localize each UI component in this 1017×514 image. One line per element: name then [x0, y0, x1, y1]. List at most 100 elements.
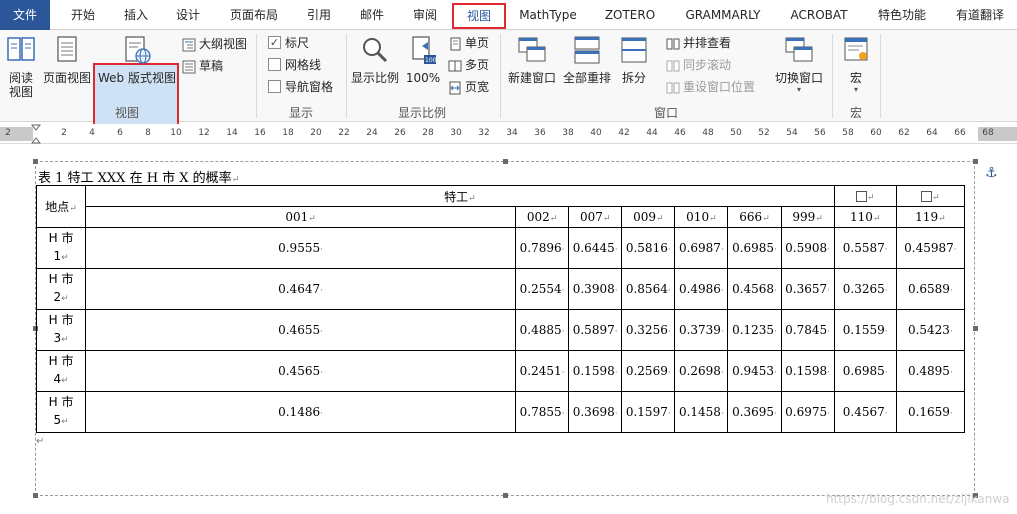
- split-button[interactable]: 拆分: [614, 32, 654, 85]
- value-cell[interactable]: 0.4647·: [85, 268, 517, 310]
- value-cell[interactable]: 0.6987·: [674, 227, 729, 269]
- value-cell[interactable]: 0.2554·: [515, 268, 570, 310]
- place-cell[interactable]: H 市 4↵: [35, 350, 87, 392]
- web-layout-button-content[interactable]: Web 版式视图: [95, 32, 179, 85]
- tab-view[interactable]: 视图: [452, 3, 506, 29]
- indent-marker-icon[interactable]: [31, 124, 41, 144]
- value-cell[interactable]: 0.4895·: [895, 350, 966, 392]
- one-page-button[interactable]: 单页: [448, 33, 489, 53]
- value-cell[interactable]: 0.4655·: [85, 309, 517, 351]
- multiple-pages-button[interactable]: 多页: [448, 55, 489, 75]
- new-window-button[interactable]: 新建窗口: [504, 32, 560, 85]
- value-cell[interactable]: 0.9555·: [85, 227, 517, 269]
- synchronous-scrolling-button[interactable]: 同步滚动: [666, 55, 731, 75]
- horizontal-ruler[interactable]: 2 2 4 6 8 10 12 14 16 18 20 22 24 26 28 30 32 34 36 38 40 42 4…: [0, 124, 1017, 144]
- tab-acrobat[interactable]: ACROBAT: [780, 0, 858, 30]
- value-cell[interactable]: 0.5423·: [895, 309, 966, 351]
- header-cell[interactable]: ↵: [833, 185, 897, 207]
- view-side-by-side-button[interactable]: 并排查看: [666, 33, 731, 53]
- navigation-pane-checkbox[interactable]: 导航窗格: [268, 77, 333, 97]
- value-cell[interactable]: 0.5897·: [568, 309, 623, 351]
- value-cell[interactable]: 0.1458·: [674, 391, 729, 433]
- agent-group-header[interactable]: 特工↵: [85, 185, 835, 207]
- value-cell[interactable]: 0.7896·: [515, 227, 570, 269]
- tab-grammarly[interactable]: GRAMMARLY: [676, 0, 770, 30]
- value-cell[interactable]: 0.3265·: [833, 268, 897, 310]
- resize-handle[interactable]: [33, 493, 38, 498]
- tab-zotero[interactable]: ZOTERO: [594, 0, 666, 30]
- place-cell[interactable]: H 市 5↵: [35, 391, 87, 433]
- tab-file[interactable]: 文件: [0, 0, 50, 30]
- value-cell[interactable]: 0.1597·: [621, 391, 676, 433]
- tab-special-features[interactable]: 特色功能: [866, 0, 938, 30]
- value-cell[interactable]: 0.8564·: [621, 268, 676, 310]
- value-cell[interactable]: 0.6589·: [895, 268, 966, 310]
- switch-windows-button[interactable]: 切换窗口 ▾: [770, 32, 828, 94]
- value-cell[interactable]: 0.5816·: [621, 227, 676, 269]
- header-cell[interactable]: ↵: [895, 185, 966, 207]
- page-width-button[interactable]: 页宽: [448, 77, 489, 97]
- resize-handle[interactable]: [33, 159, 38, 164]
- column-header-007[interactable]: 007↵: [568, 206, 623, 228]
- value-cell[interactable]: 0.3657·: [780, 268, 835, 310]
- reset-window-position-button[interactable]: 重设窗口位置: [666, 77, 755, 97]
- value-cell[interactable]: 0.2569·: [621, 350, 676, 392]
- tab-review[interactable]: 审阅: [402, 0, 448, 30]
- tab-mathtype[interactable]: MathType: [512, 0, 584, 30]
- tab-references[interactable]: 引用: [296, 0, 342, 30]
- table-corner-cell[interactable]: 地点↵: [35, 185, 87, 228]
- tab-youdao-translate[interactable]: 有道翻译: [946, 0, 1014, 30]
- tab-home[interactable]: 开始: [58, 0, 108, 30]
- value-cell[interactable]: 0.9453·: [727, 350, 782, 392]
- value-cell[interactable]: 0.7855·: [515, 391, 570, 433]
- value-cell[interactable]: 0.3698·: [568, 391, 623, 433]
- value-cell[interactable]: 0.1235·: [727, 309, 782, 351]
- place-cell[interactable]: H 市 2↵: [35, 268, 87, 310]
- zoom-button[interactable]: 显示比例: [348, 32, 402, 85]
- zoom-100-button[interactable]: 100 100%: [404, 32, 442, 85]
- anchor-icon[interactable]: ⚓: [985, 165, 998, 181]
- value-cell[interactable]: 0.3256·: [621, 309, 676, 351]
- value-cell[interactable]: 0.6985·: [727, 227, 782, 269]
- column-header-002[interactable]: 002↵: [515, 206, 570, 228]
- value-cell[interactable]: 0.4986·: [674, 268, 729, 310]
- gridlines-checkbox[interactable]: 网格线: [268, 55, 321, 75]
- place-cell[interactable]: H 市 1↵: [35, 227, 87, 269]
- value-cell[interactable]: 0.1598·: [780, 350, 835, 392]
- resize-handle[interactable]: [503, 159, 508, 164]
- value-cell[interactable]: 0.4565·: [85, 350, 517, 392]
- resize-handle[interactable]: [503, 493, 508, 498]
- value-cell[interactable]: 0.4567·: [833, 391, 897, 433]
- read-mode-button[interactable]: 阅读 视图: [2, 32, 40, 99]
- value-cell[interactable]: 0.6445·: [568, 227, 623, 269]
- draft-button[interactable]: 草稿: [182, 56, 223, 76]
- outline-button[interactable]: 大纲视图: [182, 34, 247, 54]
- print-layout-button[interactable]: 页面视图: [40, 32, 94, 85]
- column-header-009[interactable]: 009↵: [621, 206, 676, 228]
- value-cell[interactable]: 0.1598·: [568, 350, 623, 392]
- value-cell[interactable]: 0.4568·: [727, 268, 782, 310]
- value-cell[interactable]: 0.2698·: [674, 350, 729, 392]
- value-cell[interactable]: 0.1559·: [833, 309, 897, 351]
- value-cell[interactable]: 0.2451·: [515, 350, 570, 392]
- document-canvas[interactable]: ⚓ 表 1 特工 XXX 在 H 市 X 的概率↵ 地点↵ 特工↵ ↵ ↵ 00…: [0, 145, 1017, 514]
- resize-handle[interactable]: [973, 159, 978, 164]
- column-header-001[interactable]: 001↵: [85, 206, 517, 228]
- ruler-checkbox[interactable]: ✓ 标尺: [268, 33, 309, 53]
- place-cell[interactable]: H 市 3↵: [35, 309, 87, 351]
- resize-handle[interactable]: [973, 326, 978, 331]
- value-cell[interactable]: 0.4885·: [515, 309, 570, 351]
- value-cell[interactable]: 0.3695·: [727, 391, 782, 433]
- tab-design[interactable]: 设计: [164, 0, 212, 30]
- column-header-666[interactable]: 666↵: [727, 206, 782, 228]
- column-header-999[interactable]: 999↵: [780, 206, 835, 228]
- column-header-010[interactable]: 010↵: [674, 206, 729, 228]
- arrange-all-button[interactable]: 全部重排: [560, 32, 614, 85]
- value-cell[interactable]: 0.45987·: [895, 227, 966, 269]
- column-header-119[interactable]: 119↵: [895, 206, 966, 228]
- column-header-110[interactable]: 110↵: [833, 206, 897, 228]
- value-cell[interactable]: 0.3739·: [674, 309, 729, 351]
- value-cell[interactable]: 0.5587·: [833, 227, 897, 269]
- tab-page-layout[interactable]: 页面布局: [218, 0, 290, 30]
- tab-mailings[interactable]: 邮件: [350, 0, 394, 30]
